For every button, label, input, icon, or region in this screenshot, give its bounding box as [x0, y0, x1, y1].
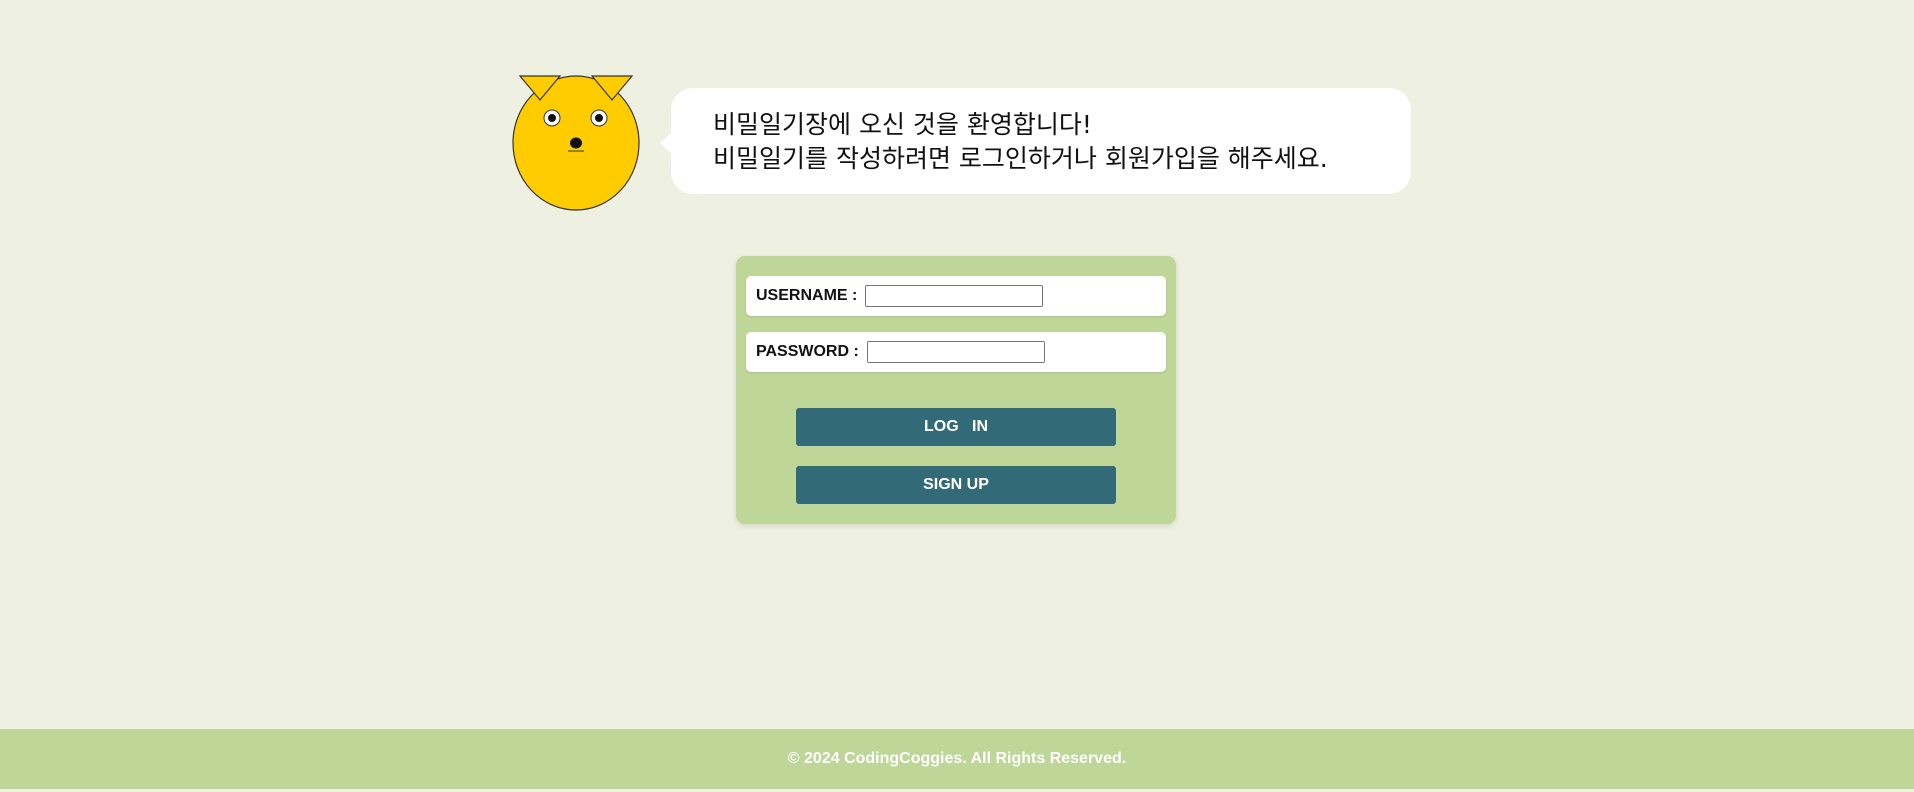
- signup-button[interactable]: SIGN UP: [796, 466, 1116, 504]
- mascot-nose: [570, 137, 582, 149]
- username-input[interactable]: [865, 285, 1044, 307]
- cat-face-icon: [512, 75, 640, 211]
- greeting-line-2: 비밀일기를 작성하려면 로그인하거나 회원가입을 해주세요.: [713, 144, 1328, 173]
- password-label: PASSWORD :: [756, 343, 859, 360]
- footer: © 2024 CodingCoggies. All Rights Reserve…: [0, 729, 1914, 789]
- login-form: USERNAME : PASSWORD : LOG IN SIGN UP: [736, 256, 1176, 524]
- login-button[interactable]: LOG IN: [796, 408, 1116, 446]
- speech-bubble: 비밀일기장에 오신 것을 환영합니다! 비밀일기를 작성하려면 로그인하거나 회…: [660, 88, 1411, 194]
- username-label: USERNAME :: [756, 287, 858, 304]
- password-input[interactable]: [866, 341, 1045, 363]
- password-row: PASSWORD :: [746, 332, 1166, 372]
- greeting-line-1: 비밀일기장에 오신 것을 환영합니다!: [713, 110, 1092, 139]
- username-row: USERNAME :: [746, 276, 1166, 316]
- copyright-text: © 2024 CodingCoggies. All Rights Reserve…: [787, 750, 1127, 767]
